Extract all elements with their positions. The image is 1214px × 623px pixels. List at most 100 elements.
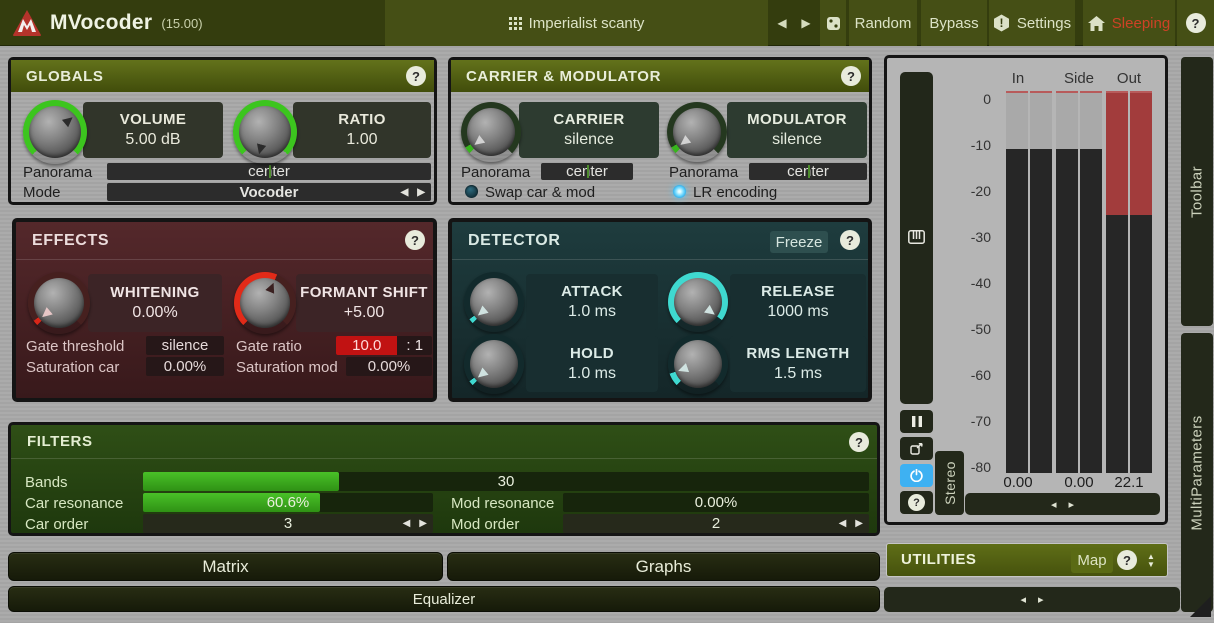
saturation-car-value[interactable]: 0.00% [146,357,224,376]
gate-threshold-value[interactable]: silence [146,336,224,355]
car-resonance-slider[interactable]: 60.6% [143,493,433,512]
carrier-display[interactable]: CARRIER silence [519,102,659,158]
utilities-expand-stepper[interactable]: ▲ ▼ [1142,548,1160,573]
formant-shift-display[interactable]: FORMANT SHIFT +5.00 [296,274,432,332]
gate-ratio-value[interactable]: 10.0 : 1 [336,336,432,355]
map-label: Map [1077,552,1106,569]
ratio-knob[interactable] [233,100,297,164]
rms-length-display[interactable]: RMS LENGTH 1.5 ms [730,336,866,392]
detector-header[interactable]: DETECTOR Freeze ? [452,222,868,260]
meter-horizontal-scrollbar[interactable]: ◂ ▸ [965,493,1160,515]
modulator-panorama-bar[interactable]: center [749,163,867,180]
release-knob[interactable] [668,272,728,332]
swap-car-mod-checkbox[interactable] [465,185,478,198]
rms-length-knob[interactable] [668,334,728,394]
lr-encoding-checkbox[interactable] [673,185,686,198]
random-preset-dice-button[interactable] [820,0,846,46]
meter-power-button[interactable] [900,464,933,487]
car-order-selector[interactable]: 3 ◀▶ [143,514,433,533]
meter-tick: -40 [971,275,991,291]
detector-title: DETECTOR [468,232,561,250]
sleeping-status[interactable]: Sleeping [1083,0,1175,46]
home-icon [1088,16,1105,31]
ratio-value: 1.00 [346,131,377,149]
carrier-value: silence [564,131,614,149]
utilities-panel[interactable]: UTILITIES Map ? ▲ ▼ [886,543,1168,577]
tab-equalizer[interactable]: Equalizer [8,586,880,612]
volume-knob[interactable] [23,100,87,164]
detector-help-icon[interactable]: ? [840,230,860,250]
volume-value: 5.00 dB [125,131,180,149]
freeze-button[interactable]: Freeze [770,231,828,253]
lr-encoding-label[interactable]: LR encoding [693,184,777,201]
globals-help-icon[interactable]: ? [406,66,426,86]
global-help-button[interactable]: ? [1177,0,1214,46]
preset-previous-button[interactable]: ◀ [770,0,794,46]
meter-help-button[interactable]: ? [900,491,933,514]
preset-selector[interactable]: Imperialist scanty [385,0,768,46]
tab-stereo[interactable]: Stereo [935,451,964,515]
meter-popout-button[interactable] [900,437,933,460]
car-order-next-icon[interactable]: ▶ [419,518,427,529]
melda-logo-icon[interactable] [12,9,42,37]
tab-matrix[interactable]: Matrix [8,552,443,581]
mod-order-next-icon[interactable]: ▶ [855,518,863,529]
carrier-modulator-help-icon[interactable]: ? [841,66,861,86]
filters-help-icon[interactable]: ? [849,432,869,452]
bottom-right-scrollbar[interactable]: ◂ ▸ [884,587,1180,612]
tab-toolbar[interactable]: Toolbar [1181,57,1213,326]
meter-pause-button[interactable] [900,410,933,433]
carrier-panorama-bar[interactable]: center [541,163,633,180]
mod-resonance-slider[interactable]: 0.00% [563,493,869,512]
modulator-display[interactable]: MODULATOR silence [727,102,867,158]
utilities-help-icon[interactable]: ? [1117,550,1137,570]
volume-display[interactable]: VOLUME 5.00 dB [83,102,223,158]
whitening-knob[interactable] [28,272,90,334]
effects-help-icon[interactable]: ? [405,230,425,250]
preset-next-button[interactable]: ▶ [794,0,818,46]
attack-label: ATTACK [561,283,623,300]
utilities-title: UTILITIES [901,551,976,568]
mode-next-icon[interactable]: ▶ [417,187,425,198]
top-bar: MVocoder (15.00) Imperialist scanty ◀ ▶ … [0,0,1214,46]
gate-threshold-text: silence [162,337,209,354]
release-display[interactable]: RELEASE 1000 ms [730,274,866,330]
hold-display[interactable]: HOLD 1.0 ms [526,336,658,392]
detector-panel: DETECTOR Freeze ? ATTACK 1.0 ms RELEASE … [448,218,872,402]
effects-header[interactable]: EFFECTS ? [16,222,433,260]
globals-header[interactable]: GLOBALS ? [11,60,434,92]
saturation-car-text: 0.00% [164,358,207,375]
carrier-modulator-header[interactable]: CARRIER & MODULATOR ? [451,60,869,92]
random-button[interactable]: Random [849,0,917,46]
mode-selector[interactable]: Vocoder ◀▶ [107,183,431,201]
power-icon [910,469,923,482]
dice-icon [826,16,841,31]
tab-graphs[interactable]: Graphs [447,552,880,581]
formant-shift-knob[interactable] [234,272,296,334]
globals-panel: GLOBALS ? VOLUME 5.00 dB RATIO 1.00 Pano… [8,57,437,205]
bands-slider[interactable]: 30 [143,472,869,491]
whitening-display[interactable]: WHITENING 0.00% [88,274,222,332]
tab-multiparameters[interactable]: MultiParameters [1181,333,1213,612]
mod-order-prev-icon[interactable]: ◀ [839,518,847,529]
attack-knob[interactable] [464,272,524,332]
mod-order-selector[interactable]: 2 ◀▶ [563,514,869,533]
pause-icon [912,416,922,427]
ratio-display[interactable]: RATIO 1.00 [293,102,431,158]
mod-resonance-value: 0.00% [563,493,869,512]
window-resize-handle[interactable] [1190,596,1211,617]
saturation-mod-value[interactable]: 0.00% [346,357,432,376]
global-panorama-bar[interactable]: center [107,163,431,180]
mode-prev-icon[interactable]: ◀ [401,187,409,198]
attack-display[interactable]: ATTACK 1.0 ms [526,274,658,330]
meter-range-slider[interactable] [900,72,933,404]
bypass-button[interactable]: Bypass [921,0,987,46]
modulator-knob[interactable] [667,102,727,162]
settings-button[interactable]: ! Settings [989,0,1075,46]
map-button[interactable]: Map [1071,548,1113,573]
swap-car-mod-label[interactable]: Swap car & mod [485,184,595,201]
hold-knob[interactable] [464,334,524,394]
car-order-prev-icon[interactable]: ◀ [403,518,411,529]
filters-header[interactable]: FILTERS ? [11,425,877,459]
carrier-knob[interactable] [461,102,521,162]
